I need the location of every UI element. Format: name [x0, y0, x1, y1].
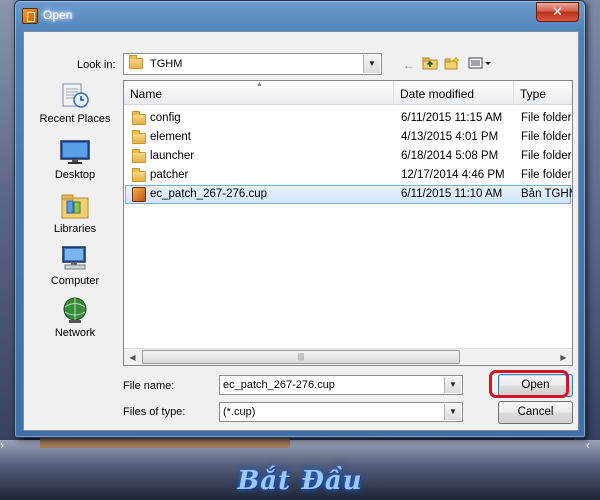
- lookin-dropdown[interactable]: TGHM ▼: [123, 53, 382, 75]
- scroll-right-icon[interactable]: ▶: [555, 349, 572, 365]
- filetype-dropdown[interactable]: (*.cup) ▼: [219, 402, 463, 422]
- file-row[interactable]: patcher 12/17/2014 4:46 PM File folder: [125, 166, 572, 185]
- network-icon: [59, 296, 91, 324]
- file-date: 6/11/2015 11:10 AM: [401, 188, 503, 200]
- file-date: 12/17/2014 4:46 PM: [401, 169, 505, 181]
- file-row[interactable]: config 6/11/2015 11:15 AM File folder: [125, 109, 572, 128]
- file-type: File folder: [521, 131, 572, 143]
- file-type: File folder: [521, 150, 572, 162]
- column-header: Name ▲ Date modified Type: [124, 81, 572, 105]
- file-name: launcher: [150, 150, 195, 162]
- file-name: element: [150, 131, 191, 143]
- file-date: 4/13/2015 4:01 PM: [401, 131, 499, 143]
- file-date: 6/11/2015 11:15 AM: [401, 112, 503, 124]
- game-right-arrow-icon[interactable]: ‹: [586, 438, 600, 458]
- column-date-modified[interactable]: Date modified: [394, 81, 514, 105]
- app-icon: [22, 8, 38, 24]
- game-start-title[interactable]: Bắt Đầu: [200, 466, 400, 496]
- game-left-arrow-icon[interactable]: ›: [0, 438, 14, 458]
- desktop-icon: [59, 138, 91, 166]
- libraries-icon: [59, 192, 91, 220]
- up-folder-icon[interactable]: [421, 56, 439, 74]
- file-type: File folder: [521, 169, 572, 181]
- dialog-client-area: Look in: TGHM ▼ ← Recent Places Desktop …: [23, 31, 579, 431]
- close-button[interactable]: ✕: [536, 2, 579, 22]
- chevron-down-icon[interactable]: ▼: [363, 55, 380, 73]
- lookin-value: TGHM: [150, 58, 183, 70]
- horizontal-scrollbar[interactable]: ◀ ||| ▶: [124, 348, 572, 365]
- open-dialog: Open ✕ Look in: TGHM ▼ ← Recent Places D…: [14, 0, 586, 438]
- folder-icon: [132, 130, 146, 147]
- place-recent-places[interactable]: Recent Places: [30, 82, 120, 132]
- place-network[interactable]: Network: [30, 296, 120, 346]
- filetype-value: (*.cup): [223, 406, 256, 418]
- filetype-label: Files of type:: [123, 406, 186, 418]
- view-menu-icon[interactable]: [467, 56, 493, 74]
- open-button-highlight-ring: [489, 370, 569, 398]
- file-name: config: [150, 112, 181, 124]
- place-label: Computer: [50, 275, 100, 287]
- file-row-selected[interactable]: ec_patch_267-276.cup 6/11/2015 11:10 AM …: [125, 185, 573, 205]
- chevron-down-icon[interactable]: ▼: [444, 377, 461, 393]
- folder-icon: [132, 149, 146, 166]
- recent-places-icon: [59, 82, 91, 110]
- file-name: ec_patch_267-276.cup: [150, 188, 268, 200]
- cup-file-icon: [132, 187, 146, 205]
- scroll-left-icon[interactable]: ◀: [124, 349, 141, 365]
- file-date: 6/18/2014 5:08 PM: [401, 150, 499, 162]
- place-libraries[interactable]: Libraries: [30, 192, 120, 242]
- back-arrow-icon[interactable]: ←: [400, 56, 418, 74]
- folder-icon: [132, 111, 146, 128]
- place-label: Libraries: [53, 223, 97, 235]
- place-label: Recent Places: [39, 113, 111, 125]
- sort-ascending-icon: ▲: [256, 81, 263, 88]
- chevron-down-icon[interactable]: ▼: [444, 404, 461, 420]
- file-type: Bản TGHM: [521, 188, 573, 200]
- place-computer[interactable]: Computer: [30, 244, 120, 294]
- window-title: Open: [43, 8, 73, 22]
- place-desktop[interactable]: Desktop: [30, 138, 120, 188]
- folder-icon: [129, 55, 143, 69]
- file-row[interactable]: launcher 6/18/2014 5:08 PM File folder: [125, 147, 572, 166]
- new-folder-icon[interactable]: [443, 56, 461, 74]
- close-icon: ✕: [552, 4, 563, 19]
- filename-input[interactable]: ec_patch_267-276.cup ▼: [219, 375, 463, 395]
- places-bar: Recent Places Desktop Libraries Computer: [30, 80, 120, 366]
- place-label: Desktop: [54, 169, 96, 181]
- column-type[interactable]: Type: [514, 81, 572, 105]
- scrollbar-thumb[interactable]: |||: [142, 350, 460, 364]
- folder-icon: [132, 168, 146, 185]
- filename-label: File name:: [123, 380, 175, 392]
- computer-icon: [59, 244, 91, 272]
- place-label: Network: [54, 327, 96, 339]
- filename-value: ec_patch_267-276.cup: [223, 379, 335, 391]
- file-name: patcher: [150, 169, 189, 181]
- cancel-button[interactable]: Cancel: [498, 401, 573, 424]
- file-type: File folder: [521, 112, 572, 124]
- lookin-label: Look in:: [77, 59, 116, 71]
- file-list[interactable]: Name ▲ Date modified Type config 6/11/20…: [123, 80, 573, 366]
- file-row[interactable]: element 4/13/2015 4:01 PM File folder: [125, 128, 572, 147]
- title-bar[interactable]: Open ✕: [15, 1, 585, 31]
